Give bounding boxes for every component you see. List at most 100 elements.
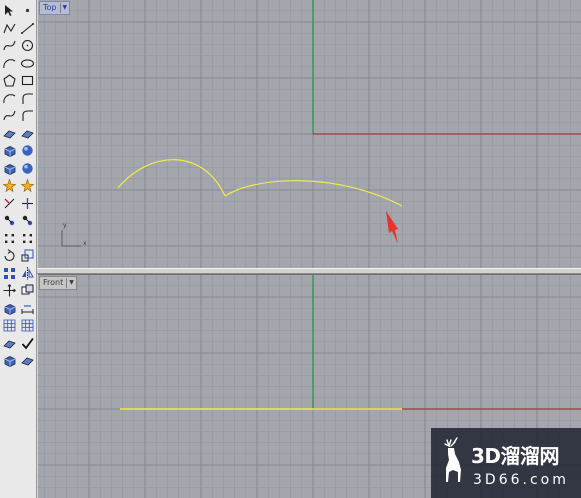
- array-tool-button[interactable]: [1, 265, 18, 282]
- explode-icon: [2, 178, 17, 193]
- copy-tool-button[interactable]: [19, 282, 36, 299]
- watermark: 3D溜溜网 3D66.com: [431, 428, 581, 498]
- fillet-icon: [22, 92, 33, 104]
- arc-three-point-tool-button[interactable]: [1, 90, 18, 107]
- select-arrow-tool-button[interactable]: [1, 2, 18, 19]
- viewport-tab-top-label: Top: [43, 3, 57, 12]
- surface-from-curves-icon: [3, 130, 16, 138]
- freeform-curve-icon: [3, 40, 16, 51]
- point-edit-tool-button[interactable]: [1, 230, 18, 247]
- viewport-menu-arrow-icon[interactable]: ▼: [66, 278, 74, 288]
- surface-from-curves-tool-button[interactable]: [1, 125, 18, 142]
- material-icon: [21, 357, 34, 366]
- dimension-icon: [21, 304, 34, 314]
- boolean-union-icon: [22, 162, 33, 174]
- grid-options-icon: [21, 319, 34, 332]
- join-tool-button[interactable]: [19, 177, 36, 194]
- render-icon: [3, 340, 16, 348]
- arc-tool-button[interactable]: [1, 55, 18, 72]
- freeform-curve-tool-button[interactable]: [1, 37, 18, 54]
- top-viewport-canvas[interactable]: [38, 0, 581, 268]
- line-icon: [21, 22, 34, 34]
- trim-icon: [4, 198, 15, 208]
- ungroup-tool-button[interactable]: [19, 212, 36, 229]
- point-icon: [25, 8, 30, 13]
- group-tool-button[interactable]: [1, 212, 18, 229]
- curve-offset-tool-button[interactable]: [1, 107, 18, 124]
- circle-tool-button[interactable]: [19, 37, 36, 54]
- polyline-tool-button[interactable]: [1, 20, 18, 37]
- point-tool-button[interactable]: [19, 2, 36, 19]
- point-edit-icon: [5, 233, 14, 243]
- material-tool-button[interactable]: [19, 352, 36, 369]
- explode-tool-button[interactable]: [1, 177, 18, 194]
- viewport-tab-front-label: Front: [43, 278, 64, 287]
- axis-y-label: y: [63, 222, 67, 229]
- group-icon: [4, 215, 15, 226]
- axis-triad: [61, 230, 81, 247]
- polyline-icon: [3, 23, 16, 33]
- mesh-box-icon: [4, 163, 16, 175]
- watermark-url: 3D66.com: [473, 472, 569, 488]
- curve-offset-icon: [3, 110, 16, 121]
- dimension-tool-button[interactable]: [19, 300, 36, 317]
- rectangle-icon: [21, 75, 34, 86]
- check-icon: [21, 337, 34, 349]
- move-icon: [3, 284, 16, 297]
- render-tool-button[interactable]: [1, 335, 18, 352]
- axis-x-label: x: [83, 240, 87, 247]
- analyze-icon: [4, 303, 16, 315]
- split-icon: [22, 197, 33, 209]
- mesh-box-tool-button[interactable]: [1, 160, 18, 177]
- curve-arc-right[interactable]: [224, 180, 403, 207]
- polygon-tool-button[interactable]: [1, 72, 18, 89]
- grid-options-tool-button[interactable]: [19, 317, 36, 334]
- rotate-tool-button[interactable]: [1, 247, 18, 264]
- mirror-tool-button[interactable]: [19, 265, 36, 282]
- solid-sphere-tool-button[interactable]: [19, 142, 36, 159]
- viewport-tab-top[interactable]: Top ▼: [39, 1, 71, 15]
- deer-logo-icon: [444, 437, 461, 482]
- control-points-icon: [23, 233, 32, 243]
- analyze-tool-button[interactable]: [1, 300, 18, 317]
- rectangle-tool-button[interactable]: [19, 72, 36, 89]
- viewport-menu-arrow-icon[interactable]: ▼: [59, 3, 67, 13]
- fillet-tool-button[interactable]: [19, 90, 36, 107]
- mirror-icon: [22, 266, 34, 280]
- extrude-surface-icon: [21, 130, 34, 138]
- grid-snap-icon: [3, 319, 16, 332]
- ellipse-icon: [20, 58, 35, 68]
- scale-icon: [21, 249, 34, 262]
- tool-grid: [1, 2, 36, 370]
- solid-sphere-icon: [22, 145, 33, 156]
- extrude-surface-tool-button[interactable]: [19, 125, 36, 142]
- trim-tool-button[interactable]: [1, 195, 18, 212]
- join-icon: [20, 178, 35, 193]
- boolean-union-tool-button[interactable]: [19, 160, 36, 177]
- grid-snap-tool-button[interactable]: [1, 317, 18, 334]
- left-toolbar: [0, 0, 37, 498]
- check-tool-button[interactable]: [19, 335, 36, 352]
- line-tool-button[interactable]: [19, 20, 36, 37]
- ungroup-icon: [22, 215, 33, 226]
- ellipse-tool-button[interactable]: [19, 55, 36, 72]
- polygon-icon: [3, 74, 16, 87]
- viewport-tab-front[interactable]: Front ▼: [39, 276, 77, 290]
- copy-icon: [21, 284, 34, 295]
- fillet-curves-tool-button[interactable]: [19, 107, 36, 124]
- arc-three-point-icon: [3, 93, 16, 103]
- viewport-top[interactable]: Top ▼ y x: [38, 0, 581, 268]
- rotate-icon: [4, 249, 15, 262]
- solid-box-icon: [4, 146, 16, 157]
- scale-tool-button[interactable]: [19, 247, 36, 264]
- move-tool-button[interactable]: [1, 282, 18, 299]
- solid-box-tool-button[interactable]: [1, 142, 18, 159]
- fillet-curves-icon: [22, 110, 33, 121]
- arc-icon: [3, 58, 16, 68]
- split-tool-button[interactable]: [19, 195, 36, 212]
- layer-tool-button[interactable]: [1, 352, 18, 369]
- rhino-app: Top ▼ y x Front ▼ 3D溜溜网 3D66.com: [0, 0, 581, 498]
- select-arrow-icon: [5, 5, 13, 16]
- layer-icon: [4, 356, 16, 367]
- control-points-tool-button[interactable]: [19, 230, 36, 247]
